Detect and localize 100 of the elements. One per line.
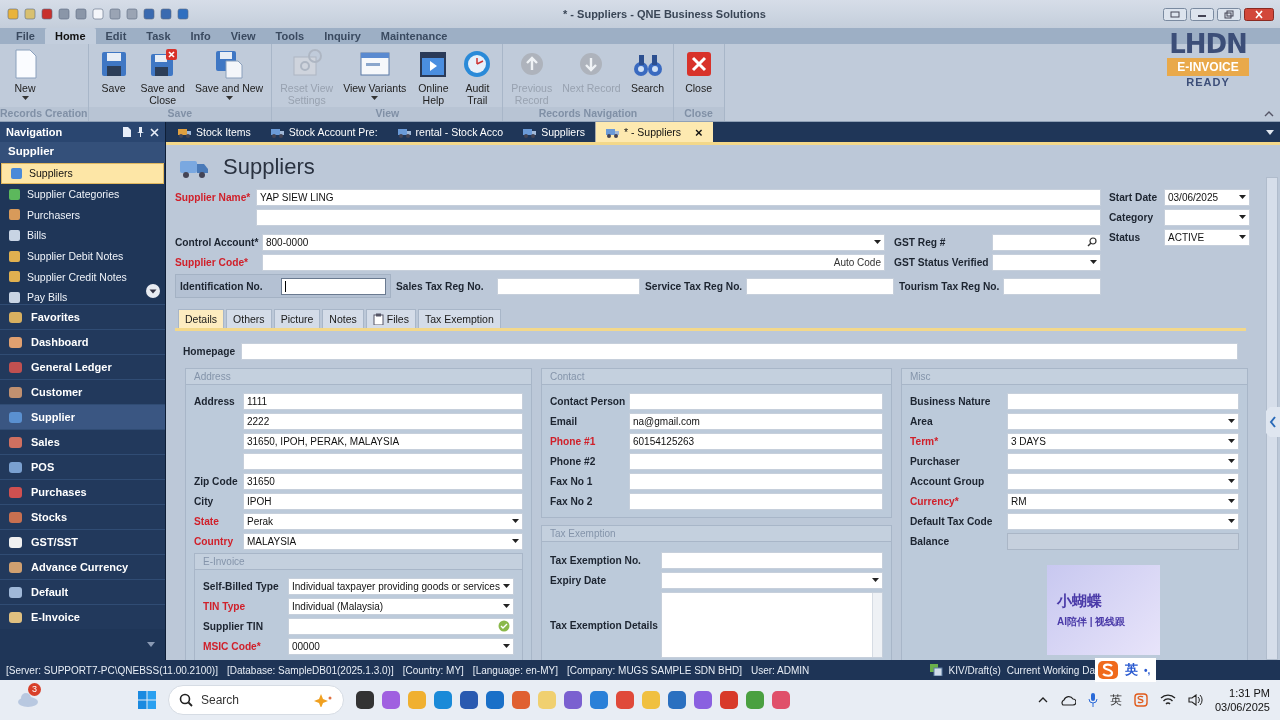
speaker-icon[interactable] bbox=[1187, 694, 1203, 706]
module-item[interactable]: Purchases bbox=[0, 479, 165, 504]
module-item[interactable]: Default bbox=[0, 579, 165, 604]
tab[interactable]: Files bbox=[365, 309, 416, 328]
dropdown-field[interactable] bbox=[1164, 208, 1250, 226]
page-icon[interactable] bbox=[122, 127, 131, 137]
dropdown-field[interactable]: Individual taxpayer providing goods or services bbox=[288, 577, 514, 595]
ribbon-tab[interactable]: Edit bbox=[95, 28, 137, 44]
scroll-down-icon[interactable] bbox=[146, 284, 160, 298]
close-icon[interactable] bbox=[150, 127, 159, 137]
expand-panel-icon[interactable] bbox=[1266, 407, 1280, 437]
nav-item[interactable]: Suppliers bbox=[1, 163, 164, 184]
wifi-icon[interactable] bbox=[1159, 694, 1176, 706]
clock[interactable]: 1:31 PM 03/06/2025 bbox=[1214, 686, 1270, 714]
restore-button[interactable] bbox=[1217, 7, 1241, 21]
caret-icon[interactable] bbox=[147, 642, 155, 647]
dropdown-field[interactable]: Individual (Malaysia) bbox=[288, 597, 514, 615]
text-field[interactable]: 2222 bbox=[243, 412, 523, 430]
dropdown-field[interactable]: Perak bbox=[243, 512, 523, 530]
ribbon-button[interactable]: View Variants bbox=[339, 47, 411, 107]
scrollbar[interactable] bbox=[872, 593, 882, 657]
dropdown-field[interactable]: 3 DAYS bbox=[1007, 432, 1239, 450]
app-icon[interactable] bbox=[354, 689, 376, 711]
ribbon-tab[interactable]: Info bbox=[180, 28, 221, 44]
dropdown-field[interactable]: 03/06/2025 bbox=[1164, 188, 1250, 206]
close-button[interactable]: × bbox=[695, 124, 703, 140]
nav-item[interactable]: Purchasers bbox=[0, 204, 165, 226]
module-item[interactable]: Sales bbox=[0, 429, 165, 454]
module-item[interactable]: E-Invoice bbox=[0, 604, 165, 629]
nav-item[interactable]: Supplier Categories bbox=[0, 183, 165, 205]
text-field[interactable]: Auto Code bbox=[262, 253, 885, 271]
tab[interactable]: Others bbox=[226, 309, 272, 328]
tab[interactable]: Details bbox=[178, 309, 225, 328]
module-item[interactable]: General Ledger bbox=[0, 354, 165, 379]
dropdown-field[interactable] bbox=[1007, 452, 1239, 470]
module-item[interactable]: Favorites bbox=[0, 304, 165, 329]
collapse-ribbon-icon[interactable] bbox=[1264, 111, 1274, 117]
scrollbar[interactable] bbox=[1266, 177, 1278, 660]
floating-widget[interactable]: 小蝴蝶 AI陪伴 | 视线跟 bbox=[1047, 565, 1160, 655]
ribbon-button[interactable]: Save and New bbox=[190, 47, 268, 107]
ribbon-button[interactable]: Save bbox=[92, 47, 135, 107]
nav-item[interactable]: Supplier Debit Notes bbox=[0, 245, 165, 267]
document-tab[interactable]: * - Suppliers × bbox=[594, 122, 713, 142]
text-field[interactable]: IPOH bbox=[243, 492, 523, 510]
search-field[interactable]: Search bbox=[168, 685, 344, 715]
chevron-up-icon[interactable] bbox=[1037, 697, 1048, 703]
ribbon-button[interactable]: New bbox=[4, 47, 46, 107]
module-item[interactable]: Stocks bbox=[0, 504, 165, 529]
nav-item[interactable]: Bills bbox=[0, 225, 165, 246]
ribbon-button[interactable]: Search bbox=[626, 47, 669, 107]
tab[interactable]: Tax Exemption bbox=[417, 309, 501, 328]
ribbon-tab[interactable]: Home bbox=[44, 28, 96, 44]
ribbon-tab[interactable]: Task bbox=[136, 28, 181, 44]
close-button[interactable] bbox=[1244, 7, 1274, 21]
dropdown-field[interactable]: MALAYSIA bbox=[243, 532, 523, 550]
cloud-icon[interactable] bbox=[1059, 694, 1076, 706]
dropdown-field[interactable] bbox=[1007, 412, 1239, 430]
text-area[interactable] bbox=[661, 592, 883, 658]
dropdown-field[interactable] bbox=[992, 253, 1101, 271]
tab[interactable]: Notes bbox=[322, 309, 364, 328]
windows-start-icon[interactable] bbox=[136, 689, 158, 711]
dropdown-field[interactable] bbox=[1007, 472, 1239, 490]
ribbon-tab[interactable]: View bbox=[220, 28, 266, 44]
toolbar-icon[interactable] bbox=[57, 7, 71, 21]
toolbar-icon[interactable] bbox=[40, 7, 54, 21]
module-item[interactable]: Supplier bbox=[0, 404, 165, 429]
ribbon-tab[interactable]: Maintenance bbox=[370, 28, 458, 44]
pin-icon[interactable] bbox=[136, 127, 145, 137]
input-method-bar[interactable]: 英 •, bbox=[1095, 658, 1157, 682]
ribbon-tab[interactable]: File bbox=[6, 28, 45, 44]
dropdown-field[interactable]: 800-0000 bbox=[262, 233, 885, 251]
document-tab[interactable]: Stock Items bbox=[168, 122, 261, 142]
ribbon-tab[interactable]: Inquiry bbox=[314, 28, 371, 44]
toolbar-icon[interactable] bbox=[125, 7, 139, 21]
nav-item[interactable]: Supplier Credit Notes bbox=[0, 266, 165, 288]
text-field[interactable]: na@gmail.com bbox=[629, 412, 883, 430]
text-field[interactable]: 1111 bbox=[243, 392, 523, 410]
text-field[interactable]: YAP SIEW LING bbox=[256, 188, 1101, 206]
toolbar-icon[interactable] bbox=[142, 7, 156, 21]
ribbon-button[interactable]: Save and Close bbox=[136, 47, 189, 107]
nav-item[interactable]: Pay Bills bbox=[0, 287, 165, 304]
toolbar-icon[interactable] bbox=[159, 7, 173, 21]
module-item[interactable]: Advance Currency bbox=[0, 554, 165, 579]
toolbar-icon[interactable] bbox=[108, 7, 122, 21]
document-tab[interactable]: Stock Account Pre: bbox=[260, 122, 388, 142]
module-item[interactable]: Dashboard bbox=[0, 329, 165, 354]
minimize-button[interactable] bbox=[1190, 7, 1214, 21]
dropdown-field[interactable]: 00000 bbox=[288, 637, 514, 655]
module-item[interactable]: POS bbox=[0, 454, 165, 479]
input-mode-label[interactable]: 英 bbox=[1109, 691, 1122, 709]
ribbon-button[interactable]: Close bbox=[677, 47, 720, 107]
toolbar-icon[interactable] bbox=[74, 7, 88, 21]
toolbar-icon[interactable] bbox=[91, 7, 105, 21]
dropdown-field[interactable]: RM bbox=[1007, 492, 1239, 510]
ribbon-tab[interactable]: Tools bbox=[265, 28, 315, 44]
document-tab[interactable]: rental - Stock Acco bbox=[387, 122, 514, 142]
ribbon-button[interactable]: Online Help bbox=[412, 47, 455, 107]
toolbar-icon[interactable] bbox=[23, 7, 37, 21]
dropdown-field[interactable] bbox=[661, 571, 883, 589]
document-tab[interactable]: Suppliers bbox=[513, 122, 595, 142]
